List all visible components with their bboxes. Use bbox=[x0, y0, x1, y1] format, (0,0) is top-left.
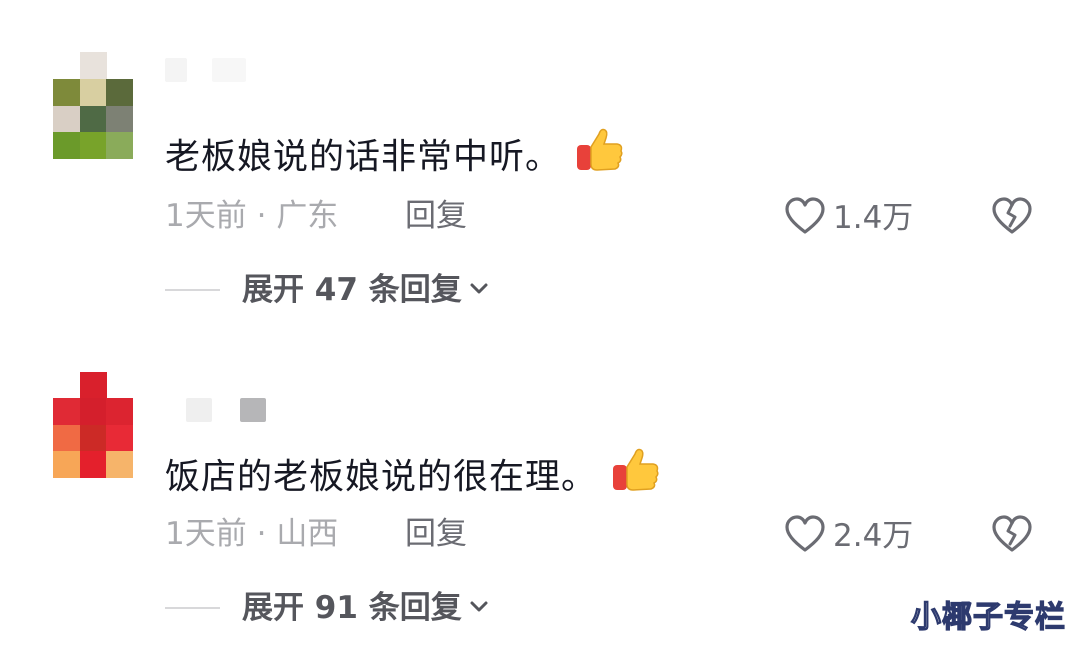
expand-replies-label: 展开 91 条回复 bbox=[242, 590, 462, 626]
like-button[interactable]: 2.4万 bbox=[783, 512, 913, 560]
expand-replies-button[interactable]: 展开 91 条回复 bbox=[165, 588, 490, 628]
heart-icon bbox=[783, 512, 827, 560]
avatar-pixel bbox=[80, 372, 107, 399]
comment-text: 饭店的老板娘说的很在理。 bbox=[165, 448, 661, 509]
comment-item: 饭店的老板娘说的很在理。 1天前 · 山西 回复 2.4万 展开 91 条回复 bbox=[0, 0, 1080, 626]
comment-body: 饭店的老板娘说的很在理。 bbox=[165, 457, 598, 498]
thumbs-up-icon bbox=[611, 444, 661, 505]
chevron-down-icon bbox=[468, 595, 490, 621]
separator-dot: · bbox=[256, 516, 267, 552]
divider-line bbox=[165, 607, 220, 609]
comment-meta: 1天前 · 山西 bbox=[165, 514, 338, 554]
comment-thread: 老板娘说的话非常中听。 1天前 · 广东 回复 1.4万 展开 47 条回复 饭… bbox=[0, 0, 1080, 654]
like-count: 2.4万 bbox=[833, 518, 914, 554]
avatar[interactable] bbox=[53, 398, 133, 478]
comment-location: 山西 bbox=[276, 516, 339, 552]
reply-button[interactable]: 回复 bbox=[405, 514, 467, 554]
broken-heart-icon bbox=[990, 515, 1034, 560]
dislike-button[interactable] bbox=[990, 512, 1034, 560]
watermark: 小椰子专栏 bbox=[910, 599, 1066, 635]
comment-time: 1天前 bbox=[165, 516, 247, 552]
username-blurred[interactable] bbox=[186, 398, 212, 422]
username-blurred bbox=[240, 398, 266, 422]
